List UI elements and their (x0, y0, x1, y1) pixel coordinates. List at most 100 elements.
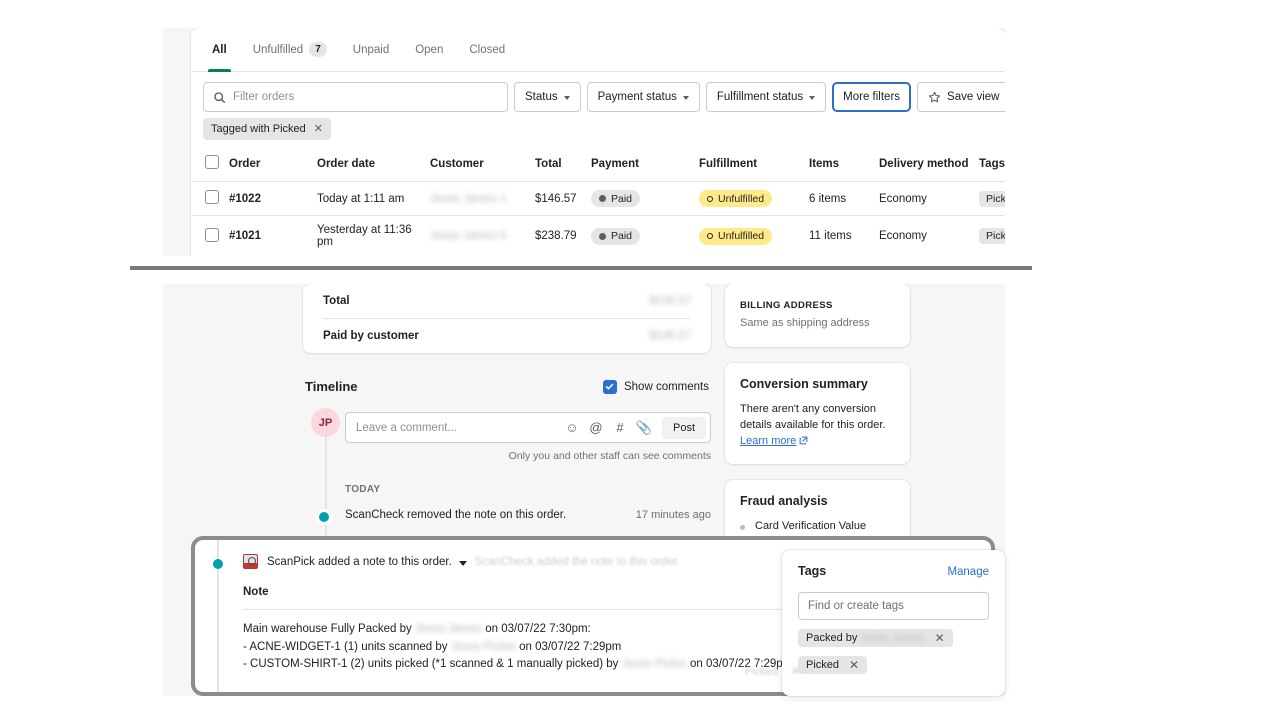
cell-order: #1022 (229, 182, 317, 216)
paid-by-customer-label: Paid by customer (323, 330, 419, 342)
row-checkbox[interactable] (205, 228, 219, 242)
fulfillment-status-badge: Unfulfilled (699, 228, 772, 245)
timeline-dot-icon (213, 559, 223, 569)
manage-tags-link[interactable]: Manage (947, 566, 989, 578)
col-customer[interactable]: Customer (430, 148, 535, 182)
conversion-summary-card: Conversion summary There aren't any conv… (725, 363, 910, 464)
hashtag-icon[interactable]: # (608, 420, 632, 435)
tags-title: Tags (798, 564, 826, 578)
note-line-prefix: - ACNE-WIDGET-1 (1) units scanned by (243, 641, 451, 653)
filter-fulfillment-status-label: Fulfillment status (717, 91, 803, 103)
orders-tabs: All Unfulfilled 7 Unpaid Open Closed (191, 28, 1005, 72)
cell-order-date: Yesterday at 11:36 pm (317, 216, 430, 257)
show-comments-checkbox[interactable] (603, 380, 617, 394)
note-line-redacted: Jesse James (415, 623, 482, 635)
order-number[interactable]: #1021 (229, 230, 261, 242)
comment-input[interactable]: Leave a comment... ☺ @ # 📎 Post (345, 412, 711, 443)
cell-total: $238.79 (535, 216, 591, 257)
attachment-icon[interactable]: 📎 (632, 420, 656, 436)
row-checkbox[interactable] (205, 190, 219, 204)
tab-open[interactable]: Open (402, 28, 456, 72)
close-icon[interactable]: ✕ (314, 124, 323, 135)
col-tags[interactable]: Tags (979, 148, 1005, 182)
avatar: JP (311, 408, 340, 437)
fulfillment-status-badge: Unfulfilled (699, 190, 772, 207)
tab-closed-label: Closed (469, 44, 505, 56)
filter-fulfillment-status-button[interactable]: Fulfillment status (706, 82, 826, 112)
tag-pill-prefix: Packed by (806, 632, 860, 644)
cell-customer: Jesse James 5 (430, 216, 535, 257)
status-dot-icon (707, 196, 713, 202)
bullet-icon (740, 525, 745, 530)
save-view-label: Save view (947, 91, 999, 103)
col-fulfillment[interactable]: Fulfillment (699, 148, 809, 182)
remove-tag-icon[interactable]: ✕ (849, 659, 859, 671)
tab-unpaid[interactable]: Unpaid (340, 28, 402, 72)
col-order[interactable]: Order (229, 148, 317, 182)
note-line-prefix: Main warehouse Fully Packed by (243, 623, 415, 635)
select-all-header (191, 148, 229, 182)
table-row[interactable]: #1022 Today at 1:11 am Jesse James 1 $14… (191, 182, 1005, 216)
more-filters-label: More filters (843, 91, 900, 103)
payment-status-label: Paid (611, 229, 632, 243)
show-comments-toggle[interactable]: Show comments (603, 380, 709, 394)
tab-all-label: All (212, 44, 227, 56)
emoji-icon[interactable]: ☺ (560, 420, 584, 435)
tag-pill: Packed by Jesse James ✕ (798, 629, 953, 647)
tag-pill: Picked (979, 228, 1005, 244)
applied-filter-chip[interactable]: Tagged with Picked ✕ (203, 118, 331, 140)
note-line-prefix: - CUSTOM-SHIRT-1 (2) units picked (*1 sc… (243, 658, 622, 670)
tab-closed[interactable]: Closed (456, 28, 518, 72)
fraud-analysis-title: Fraud analysis (740, 494, 895, 508)
col-items[interactable]: Items (809, 148, 879, 182)
table-row[interactable]: #1021 Yesterday at 11:36 pm Jesse James … (191, 216, 1005, 257)
search-input[interactable]: Filter orders (203, 82, 508, 112)
remove-tag-icon[interactable]: ✕ (935, 632, 945, 644)
orders-table: Order Order date Customer Total Payment … (191, 148, 1005, 256)
more-filters-button[interactable]: More filters (832, 82, 911, 112)
filter-status-button[interactable]: Status (514, 82, 581, 112)
save-view-button[interactable]: Save view (917, 82, 1005, 112)
payment-status-label: Paid (611, 192, 632, 206)
note-line-suffix: on 03/07/22 7:30pm: (482, 623, 591, 635)
col-payment[interactable]: Payment (591, 148, 699, 182)
customer-name-redacted: Jesse James 5 (430, 230, 507, 242)
conversion-summary-body: There aren't any conversion details avai… (740, 403, 886, 431)
tag-pill: Picked (979, 191, 1005, 207)
tag-pill-redacted: Jesse James (860, 632, 924, 644)
chevron-down-icon[interactable] (459, 561, 467, 566)
order-number[interactable]: #1022 (229, 193, 261, 205)
mention-icon[interactable]: @ (584, 420, 608, 435)
paid-by-customer-row: Paid by customer $146.57 (323, 318, 691, 353)
payment-status-badge: Paid (591, 190, 640, 207)
tags-search-placeholder: Find or create tags (808, 600, 904, 612)
select-all-checkbox[interactable] (205, 155, 219, 169)
tab-unfulfilled[interactable]: Unfulfilled 7 (240, 28, 340, 72)
tags-header: Tags Manage (798, 564, 989, 578)
filter-payment-status-label: Payment status (598, 91, 677, 103)
timeline-day-label: TODAY (345, 484, 711, 495)
col-delivery-method[interactable]: Delivery method (879, 148, 979, 182)
total-row: Total $146.57 (323, 284, 691, 318)
table-header-row: Order Order date Customer Total Payment … (191, 148, 1005, 182)
chevron-down-icon (683, 96, 689, 100)
order-totals-panel: Total $146.57 Paid by customer $146.57 (303, 284, 711, 353)
col-total[interactable]: Total (535, 148, 591, 182)
comment-privacy-note: Only you and other staff can see comment… (345, 450, 711, 462)
cell-delivery-method: Economy (879, 216, 979, 257)
cell-payment: Paid (591, 182, 699, 216)
filter-payment-status-button[interactable]: Payment status (587, 82, 700, 112)
remove-tag-ghost-icon: ✕ (790, 664, 800, 678)
scanpick-app-icon (243, 554, 258, 569)
tab-unfulfilled-label: Unfulfilled (253, 44, 304, 56)
tab-open-label: Open (415, 44, 443, 56)
note-line-redacted: Jesse Picker (622, 658, 687, 670)
total-value-redacted: $146.57 (649, 295, 691, 307)
tags-search-input[interactable]: Find or create tags (798, 592, 989, 620)
tab-all[interactable]: All (199, 28, 240, 72)
col-order-date[interactable]: Order date (317, 148, 430, 182)
post-comment-button[interactable]: Post (662, 417, 706, 439)
learn-more-link[interactable]: Learn more (740, 435, 796, 447)
total-label: Total (323, 295, 350, 307)
row-select-cell (191, 182, 229, 216)
